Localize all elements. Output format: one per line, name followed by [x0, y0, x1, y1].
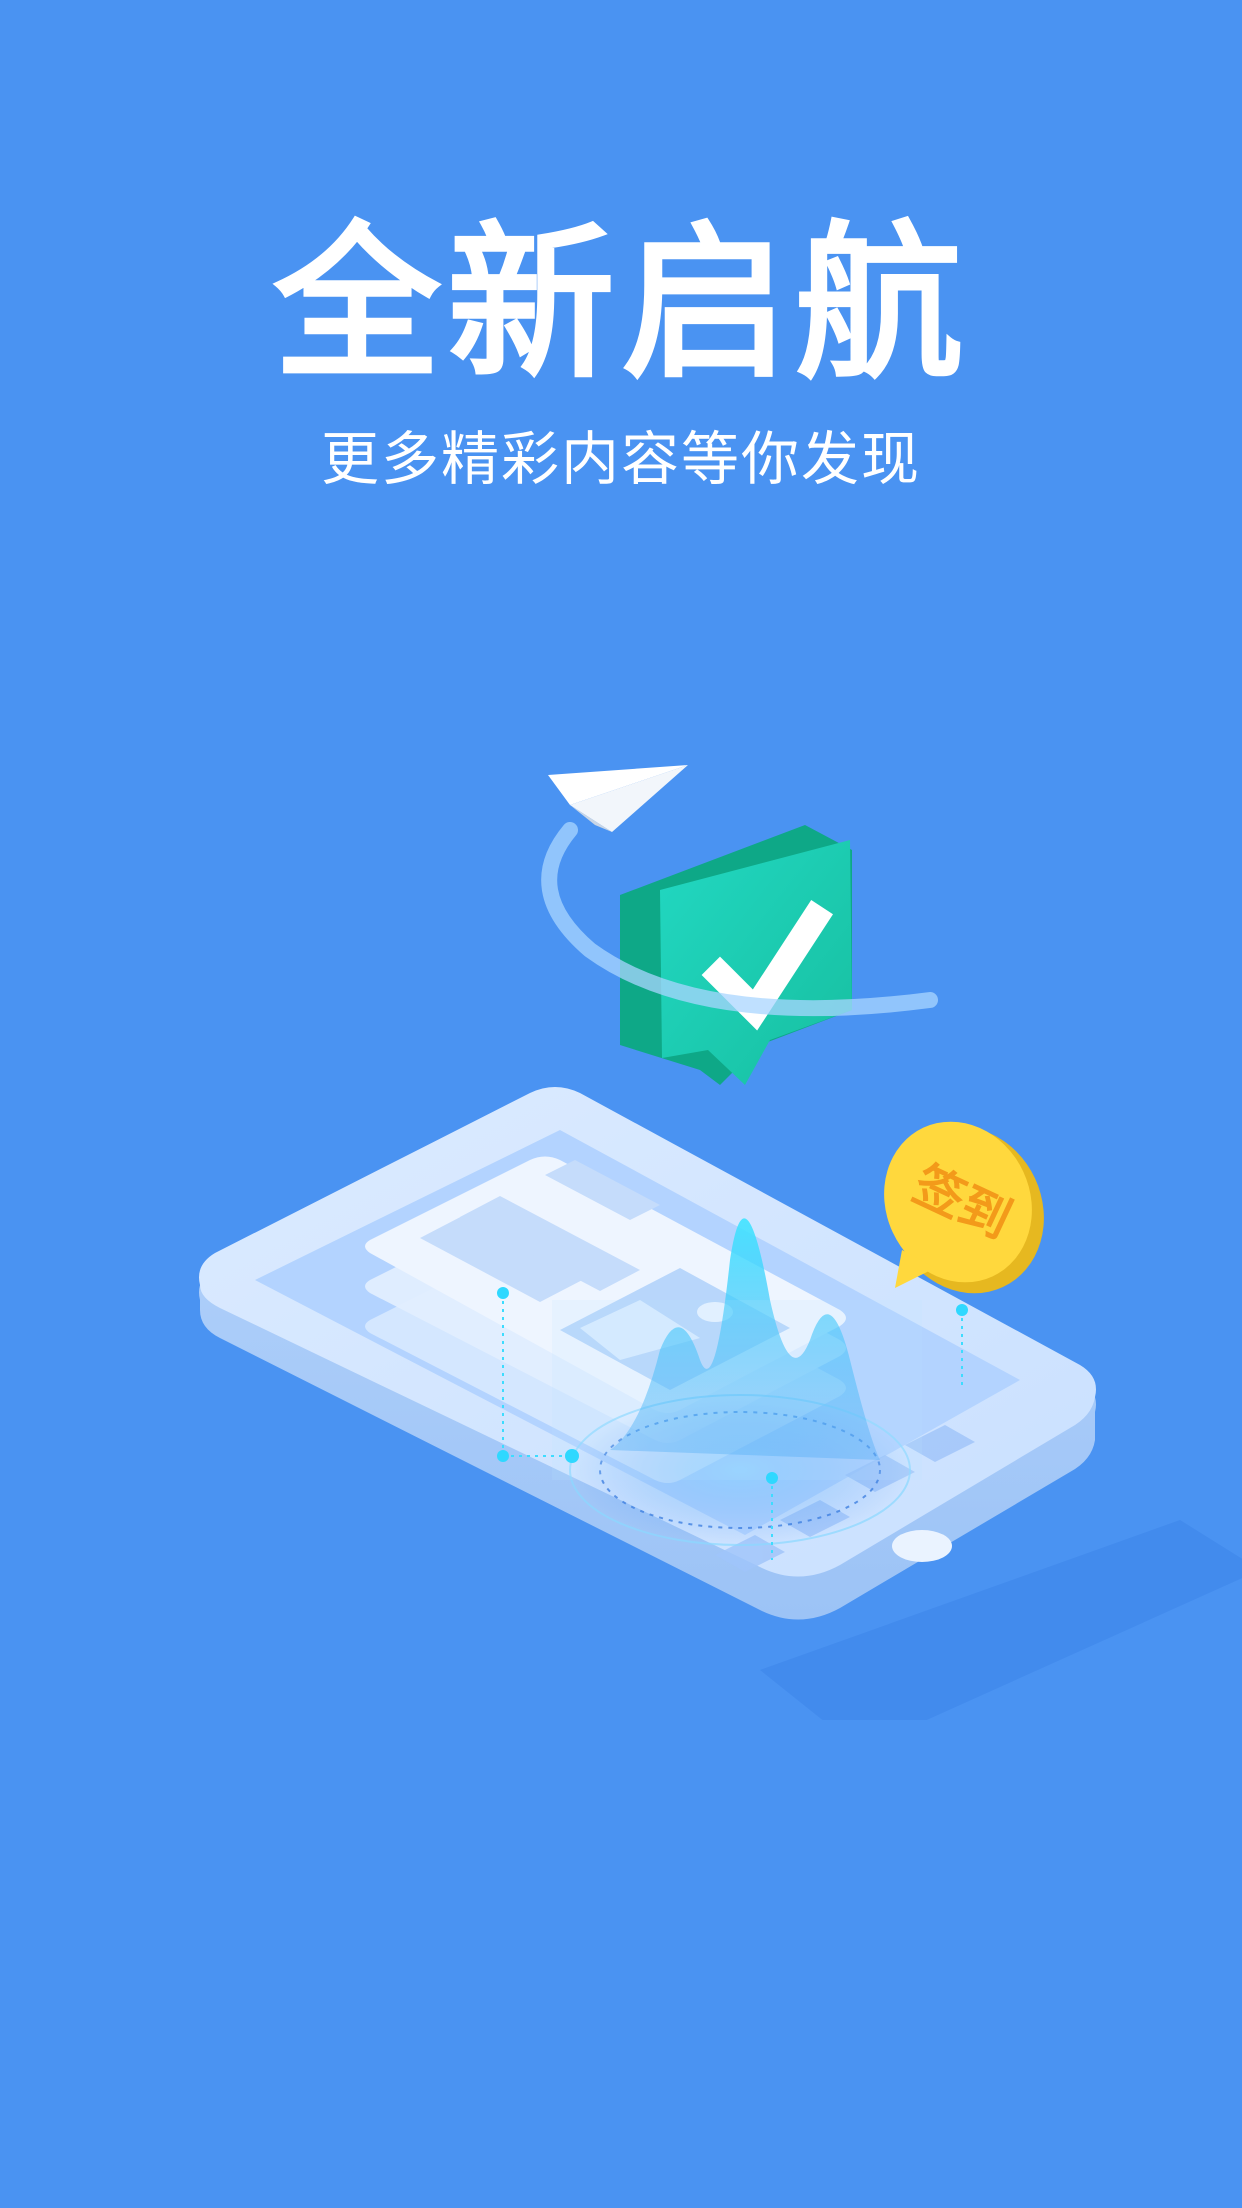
splash-screen: 全新启航 更多精彩内容等你发现 签到: [0, 0, 1242, 2208]
page-title: 全新启航: [273, 206, 969, 402]
checkmark-shield-icon: [620, 825, 852, 1085]
paper-plane-icon: [548, 765, 688, 832]
page-subtitle: 更多精彩内容等你发现: [320, 425, 921, 493]
hero-illustration: 签到: [199, 765, 1242, 1720]
